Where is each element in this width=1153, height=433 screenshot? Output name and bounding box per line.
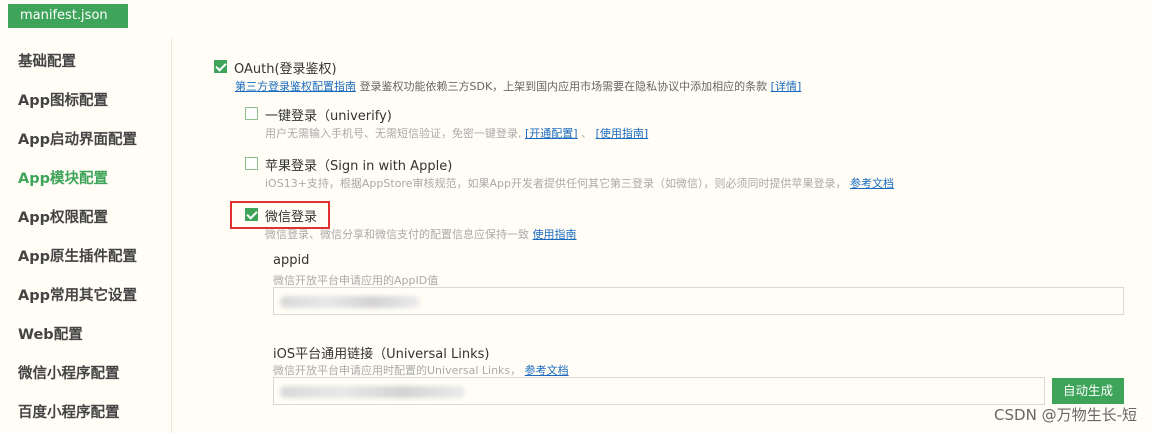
univerify-separator: 、 — [581, 127, 593, 140]
oauth-desc-line: 第三方登录鉴权配置指南 登录鉴权功能依赖三方SDK，上架到国内应用市场需要在隐私… — [235, 78, 801, 94]
wechat-guide-link[interactable]: 使用指南 — [533, 228, 577, 241]
universal-links-doc-link[interactable]: 参考文档 — [525, 364, 569, 377]
apple-desc: iOS13+支持，根据AppStore审核规范，如果App开发者提供任何其它第三… — [265, 177, 847, 190]
sidebar: 基础配置 App图标配置 App启动界面配置 App模块配置 App权限配置 A… — [0, 38, 172, 433]
auto-generate-button[interactable]: 自动生成 — [1052, 378, 1124, 404]
sidebar-item-app-other-settings[interactable]: App常用其它设置 — [18, 284, 137, 305]
univerify-label: 一键登录（univerify) — [265, 109, 392, 124]
sidebar-item-baidu-miniprogram[interactable]: 百度小程序配置 — [18, 401, 120, 422]
appid-desc: 微信开放平台申请应用的AppID值 — [273, 274, 439, 287]
wechat-desc: 微信登录、微信分享和微信支付的配置信息应保持一致 — [265, 228, 529, 241]
universal-links-desc-line: 微信开放平台申请应用时配置的Universal Links， 参考文档 — [273, 362, 569, 378]
appid-redacted-value — [280, 296, 420, 308]
univerify-open-link[interactable]: [开通配置] — [525, 127, 578, 140]
univerify-guide-link[interactable]: [使用指南] — [596, 127, 649, 140]
apple-doc-link[interactable]: 参考文档 — [850, 177, 894, 190]
oauth-label: OAuth(登录鉴权) — [234, 62, 337, 77]
watermark: CSDN @万物生长-短 — [994, 406, 1137, 424]
appid-input[interactable] — [273, 287, 1124, 315]
sidebar-item-app-modules[interactable]: App模块配置 — [18, 167, 108, 188]
top-bar: manifest.json — [0, 0, 1153, 36]
sidebar-item-app-splash[interactable]: App启动界面配置 — [18, 128, 137, 149]
oauth-desc: 登录鉴权功能依赖三方SDK，上架到国内应用市场需要在隐私协议中添加相应的条款 — [359, 80, 768, 93]
sidebar-item-wechat-miniprogram[interactable]: 微信小程序配置 — [18, 362, 120, 383]
universal-links-desc: 微信开放平台申请应用时配置的Universal Links， — [273, 364, 522, 377]
sidebar-item-app-icon[interactable]: App图标配置 — [18, 89, 108, 110]
sidebar-item-app-native-plugins[interactable]: App原生插件配置 — [18, 245, 137, 266]
universal-links-input[interactable] — [273, 377, 1045, 405]
wechat-desc-line: 微信登录、微信分享和微信支付的配置信息应保持一致 使用指南 — [265, 226, 577, 242]
wechat-checkbox[interactable] — [245, 208, 258, 221]
apple-label: 苹果登录（Sign in with Apple) — [265, 159, 453, 174]
universal-links-redacted-value — [280, 386, 465, 398]
wechat-label: 微信登录 — [265, 210, 318, 225]
file-tab-manifest[interactable]: manifest.json — [8, 4, 128, 28]
oauth-guide-link[interactable]: 第三方登录鉴权配置指南 — [235, 80, 356, 93]
univerify-desc: 用户无需输入手机号、无需短信验证，免密一键登录, — [265, 127, 525, 140]
oauth-detail-link[interactable]: [详情] — [771, 80, 802, 93]
univerify-desc-line: 用户无需输入手机号、无需短信验证，免密一键登录, [开通配置] 、 [使用指南] — [265, 125, 648, 141]
univerify-checkbox[interactable] — [245, 107, 258, 120]
appid-title: appid — [273, 253, 310, 268]
apple-checkbox[interactable] — [245, 157, 258, 170]
sidebar-item-app-permissions[interactable]: App权限配置 — [18, 206, 108, 227]
oauth-checkbox[interactable] — [214, 60, 227, 73]
universal-links-title: iOS平台通用链接（Universal Links) — [273, 347, 490, 362]
sidebar-item-basic[interactable]: 基础配置 — [18, 50, 76, 71]
apple-desc-line: iOS13+支持，根据AppStore审核规范，如果App开发者提供任何其它第三… — [265, 175, 894, 191]
sidebar-item-web[interactable]: Web配置 — [18, 323, 83, 344]
